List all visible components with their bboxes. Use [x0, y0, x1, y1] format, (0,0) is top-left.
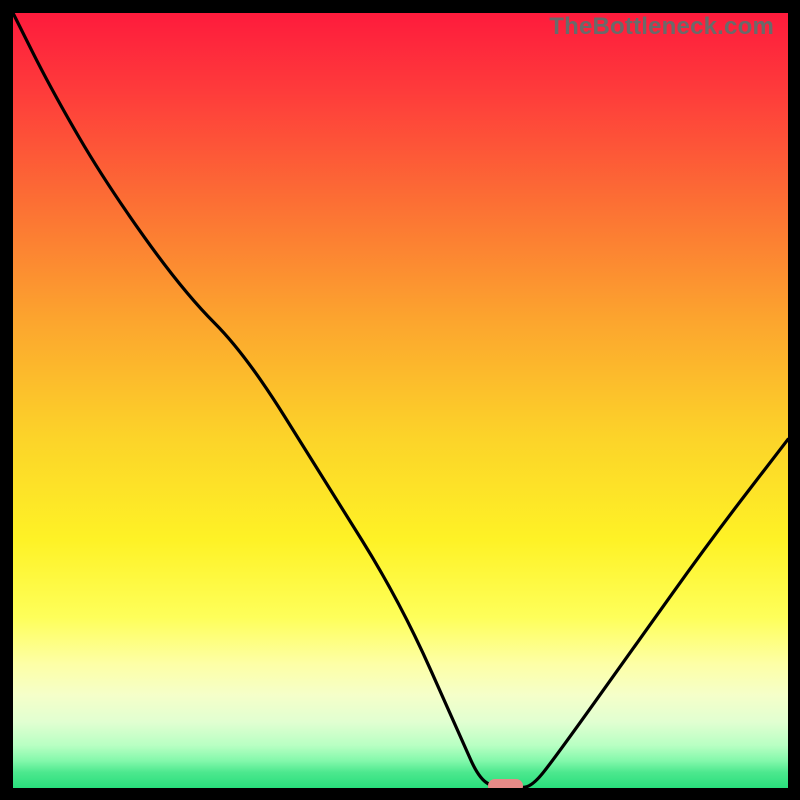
- optimal-marker: [488, 779, 523, 788]
- watermark-text: TheBottleneck.com: [549, 13, 774, 41]
- plot-area: TheBottleneck.com: [13, 13, 788, 788]
- bottleneck-curve: [13, 13, 788, 788]
- chart-frame: TheBottleneck.com: [0, 0, 800, 800]
